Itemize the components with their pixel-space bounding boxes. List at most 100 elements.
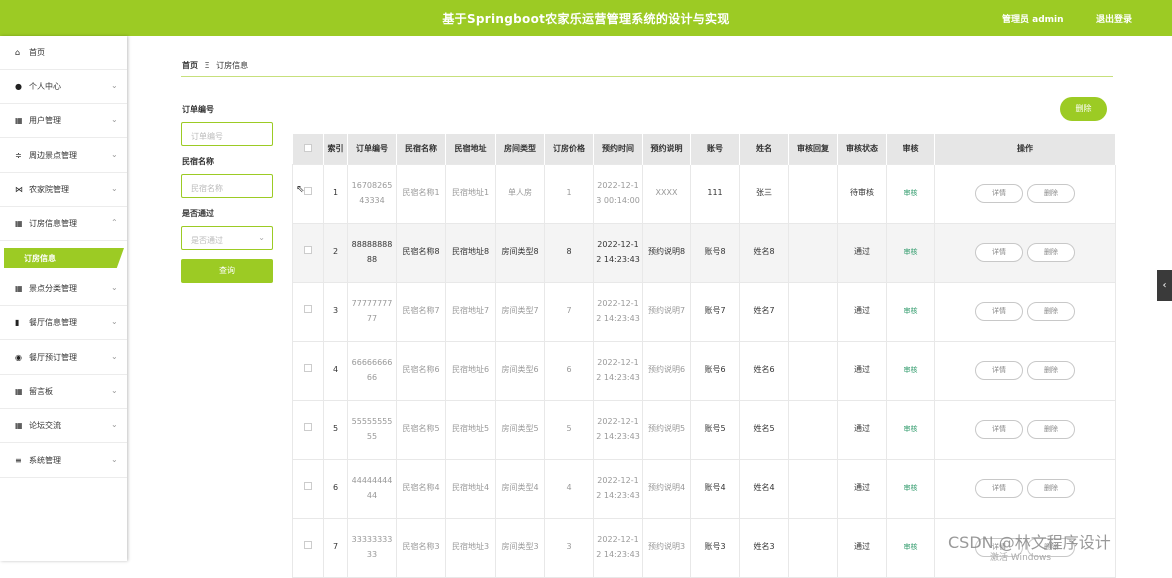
sidebar-item-label: 用户管理 [29, 116, 61, 125]
column-header: 预约时间 [593, 134, 643, 164]
audit-cell[interactable]: 审核 [886, 163, 935, 224]
row-delete-button[interactable]: 删除 [1027, 420, 1075, 439]
audit-link[interactable]: 审核 [904, 366, 918, 374]
cell-price: 3 [544, 517, 594, 578]
row-delete-button[interactable]: 删除 [1027, 184, 1075, 203]
chevron-down-icon: ⌄ [111, 317, 118, 326]
chevron-down-icon: ⌄ [111, 283, 118, 292]
row-delete-button[interactable]: 删除 [1027, 479, 1075, 498]
cell-status: 通过 [837, 458, 887, 519]
row-checkbox[interactable] [304, 305, 312, 314]
row-checkbox-cell[interactable] [292, 340, 324, 401]
activate-windows-text: 激活 Windows [990, 553, 1052, 563]
cell-reply [788, 281, 838, 342]
row-checkbox[interactable] [304, 246, 312, 255]
row-checkbox[interactable] [304, 364, 312, 373]
detail-button[interactable]: 详情 [975, 184, 1023, 203]
table-row: 2 8888888888 民宿名称8 民宿地址8 房间类型8 8 2022-12-12 14… [292, 222, 1116, 283]
cell-order-no: 6666666666 [347, 340, 397, 401]
audit-link[interactable]: 审核 [904, 425, 918, 433]
passed-select[interactable]: 是否通过 ⌄ [181, 226, 273, 250]
sidebar-item[interactable]: ▦ 景点分类管理 ⌄ [0, 272, 127, 306]
audit-cell[interactable]: 审核 [886, 517, 935, 578]
audit-link[interactable]: 审核 [904, 248, 918, 256]
audit-link[interactable]: 审核 [904, 189, 918, 197]
cell-room-type: 房间类型3 [495, 517, 545, 578]
query-button[interactable]: 查询 [181, 259, 273, 283]
sidebar-item[interactable]: ▦ 用户管理 ⌄ [0, 104, 127, 138]
chevron-left-icon[interactable]: ‹ [1157, 270, 1172, 301]
cell-account: 账号6 [690, 340, 740, 401]
cell-address: 民宿地址1 [445, 163, 496, 224]
detail-button[interactable]: 详情 [975, 361, 1023, 380]
audit-link[interactable]: 审核 [904, 543, 918, 551]
sidebar-item[interactable]: ◉ 餐厅预订管理 ⌄ [0, 341, 127, 375]
sidebar-item[interactable]: ▮ 餐厅信息管理 ⌄ [0, 306, 127, 340]
row-delete-button[interactable]: 删除 [1027, 243, 1075, 262]
sidebar-item[interactable]: ▦ 论坛交流 ⌄ [0, 409, 127, 443]
sidebar-item[interactable]: ⌂ 首页 [0, 36, 127, 70]
logout-link[interactable]: 退出登录 [1096, 12, 1132, 25]
audit-link[interactable]: 审核 [904, 307, 918, 315]
actions-cell: 详情 删除 [934, 340, 1116, 401]
sidebar-item-label: 餐厅信息管理 [29, 318, 77, 327]
row-checkbox[interactable] [304, 482, 312, 491]
sidebar-item[interactable]: ⋈ 农家院管理 ⌄ [0, 173, 127, 207]
sidebar-item[interactable]: ● 个人中心 ⌄ [0, 70, 127, 104]
audit-cell[interactable]: 审核 [886, 458, 935, 519]
row-checkbox-cell[interactable] [292, 458, 324, 519]
cell-account: 账号8 [690, 222, 740, 283]
audit-cell[interactable]: 审核 [886, 222, 935, 283]
cell-account: 111 [690, 163, 740, 224]
row-checkbox[interactable] [304, 187, 312, 196]
row-checkbox-cell[interactable] [292, 517, 324, 578]
homestay-input[interactable]: 民宿名称 [181, 174, 273, 198]
detail-button[interactable]: 详情 [975, 243, 1023, 262]
row-delete-button[interactable]: 删除 [1027, 361, 1075, 380]
row-checkbox-cell[interactable] [292, 399, 324, 460]
cell-account: 账号7 [690, 281, 740, 342]
delete-button[interactable]: 删除 [1060, 97, 1107, 121]
grid-icon: ▦ [15, 421, 23, 430]
detail-button[interactable]: 详情 [975, 479, 1023, 498]
row-checkbox-cell[interactable] [292, 281, 324, 342]
detail-button[interactable]: 详情 [975, 302, 1023, 321]
row-checkbox-cell[interactable] [292, 222, 324, 283]
chevron-down-icon: ⌄ [111, 184, 118, 193]
actions-cell: 详情 删除 [934, 399, 1116, 460]
cell-room-type: 房间类型7 [495, 281, 545, 342]
sidebar-item[interactable]: ≡ 系统管理 ⌄ [0, 444, 127, 478]
breadcrumb-home[interactable]: 首页 [182, 61, 198, 70]
select-all-checkbox-cell[interactable] [292, 134, 324, 164]
detail-button[interactable]: 详情 [975, 420, 1023, 439]
audit-cell[interactable]: 审核 [886, 340, 935, 401]
cell-name: 民宿名称5 [396, 399, 446, 460]
row-checkbox[interactable] [304, 541, 312, 550]
chevron-down-icon: ⌄ [111, 386, 118, 395]
sidebar-subitem-active[interactable]: 订房信息 [4, 248, 124, 268]
sidebar-item[interactable]: ≑ 周边景点管理 ⌄ [0, 139, 127, 173]
cell-price: 7 [544, 281, 594, 342]
admin-label: 管理员 admin [1002, 15, 1064, 25]
cell-time: 2022-12-12 14:23:43 [593, 517, 643, 578]
passed-label: 是否通过 [182, 209, 214, 218]
cell-time: 2022-12-12 14:23:43 [593, 340, 643, 401]
cell-account: 账号4 [690, 458, 740, 519]
row-delete-button[interactable]: 删除 [1027, 302, 1075, 321]
cell-status: 待审核 [837, 163, 887, 224]
cell-reply [788, 399, 838, 460]
cell-reply [788, 163, 838, 224]
sidebar-item[interactable]: ▦ 订房信息管理 ⌃ [0, 207, 127, 241]
order-no-input[interactable]: 订单编号 [181, 122, 273, 146]
audit-cell[interactable]: 审核 [886, 281, 935, 342]
grid-icon: ▦ [15, 219, 23, 228]
select-all-checkbox[interactable] [303, 143, 312, 152]
cell-order-no: 4444444444 [347, 458, 397, 519]
cell-address: 民宿地址5 [445, 399, 496, 460]
row-checkbox[interactable] [304, 423, 312, 432]
column-header: 订房价格 [544, 134, 594, 164]
audit-link[interactable]: 审核 [904, 484, 918, 492]
audit-cell[interactable]: 审核 [886, 399, 935, 460]
sidebar-item[interactable]: ▦ 留言板 ⌄ [0, 375, 127, 409]
cell-note: XXXX [642, 163, 691, 224]
